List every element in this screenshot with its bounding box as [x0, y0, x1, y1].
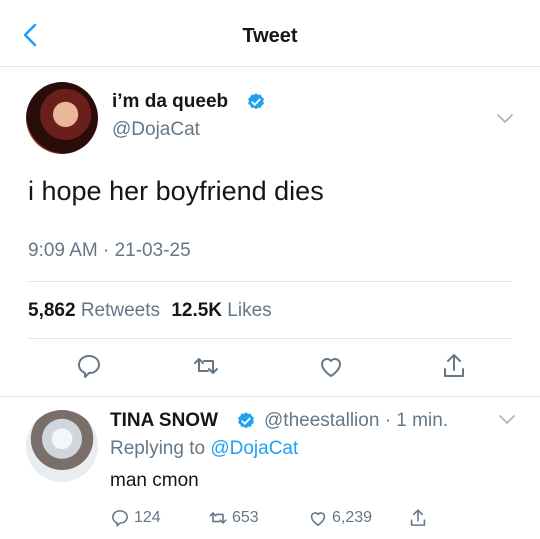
verified-badge-icon	[238, 412, 254, 429]
tweet-timestamp[interactable]: 9:09 AM · 21-03-25	[28, 240, 191, 262]
reply-retweet-count: 653	[232, 509, 259, 526]
avatar[interactable]	[26, 82, 98, 154]
top-bar: Tweet	[0, 0, 540, 67]
reply-handle-time[interactable]: @theestallion · 1 min.	[264, 410, 448, 432]
reply-count: 124	[134, 509, 161, 526]
like-icon[interactable]	[317, 352, 345, 380]
retweet-count[interactable]: 5,862	[28, 300, 76, 321]
reply-text: man cmon	[110, 470, 199, 491]
chevron-down-icon[interactable]	[498, 414, 516, 426]
verified-badge-icon	[248, 93, 264, 110]
retweet-icon	[209, 512, 227, 524]
reply-share-button[interactable]	[408, 508, 428, 528]
tweet-text: i hope her boyfriend dies	[28, 176, 324, 206]
divider	[0, 396, 540, 397]
divider	[28, 338, 512, 339]
replying-prefix: Replying to	[110, 438, 206, 459]
retweets-label[interactable]: Retweets	[81, 300, 160, 321]
reply-like-count: 6,239	[332, 509, 373, 526]
reply-reply-button[interactable]: 124	[110, 508, 161, 528]
reply-display-name[interactable]: TINA SNOW	[110, 410, 218, 432]
share-icon[interactable]	[440, 352, 468, 380]
likes-label[interactable]: Likes	[227, 300, 271, 321]
reply-retweet-button[interactable]: 653	[208, 508, 259, 528]
reply-like-button[interactable]: 6,239	[308, 508, 372, 528]
retweet-icon[interactable]	[192, 352, 220, 380]
handle[interactable]: @DojaCat	[112, 119, 200, 141]
reply-icon	[112, 510, 128, 527]
replying-to: Replying to @DojaCat	[110, 438, 298, 460]
divider	[28, 281, 512, 282]
share-icon	[410, 509, 426, 526]
reply-avatar[interactable]	[26, 410, 98, 482]
like-count[interactable]: 12.5K	[171, 300, 222, 321]
chevron-down-icon[interactable]	[496, 113, 514, 125]
page-title: Tweet	[242, 25, 298, 47]
mention-link[interactable]: @DojaCat	[210, 438, 298, 459]
engagement-stats: 5,862 Retweets 12.5K Likes	[28, 300, 278, 322]
reply-icon[interactable]	[75, 352, 103, 380]
like-icon	[310, 512, 326, 526]
display-name[interactable]: i’m da queeb	[112, 91, 228, 113]
